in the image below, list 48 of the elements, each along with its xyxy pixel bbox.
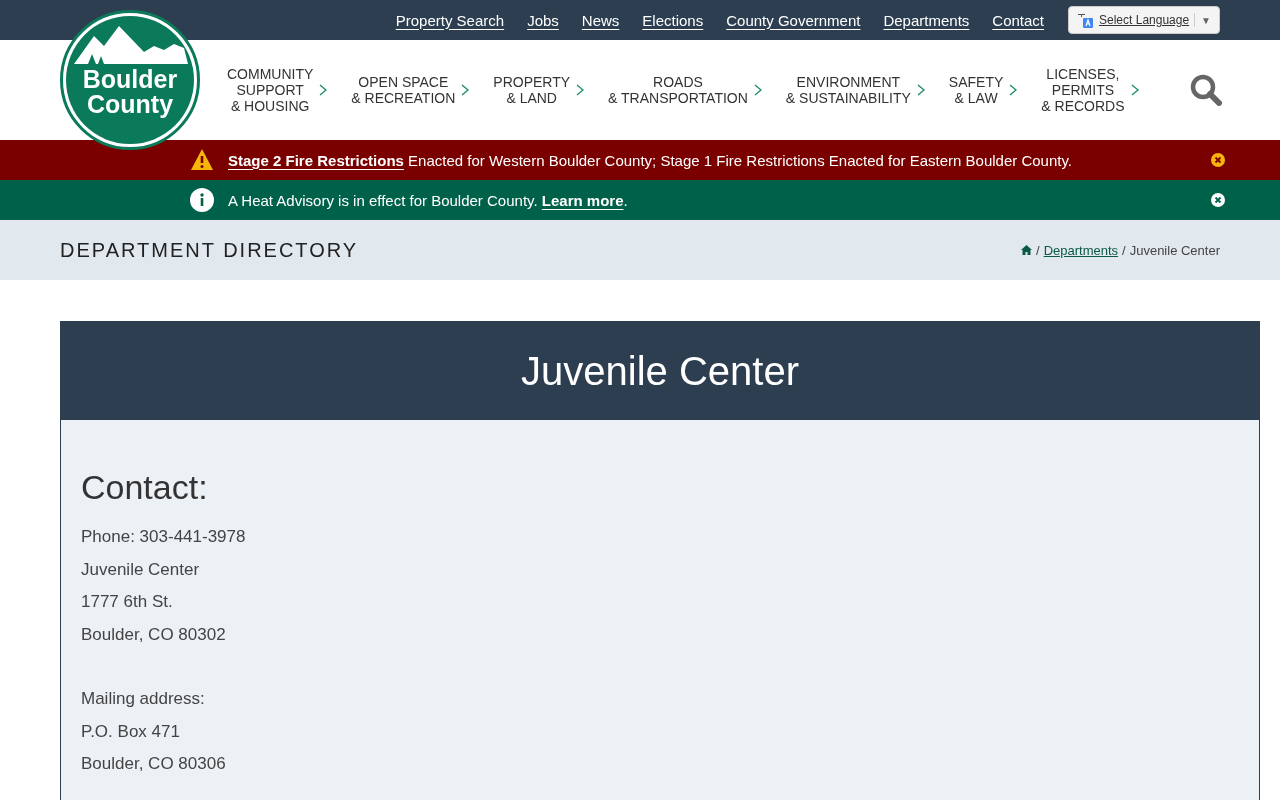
chevron-icon [461, 84, 470, 96]
contact-line: Juvenile Center [81, 558, 201, 581]
search-icon[interactable] [1190, 74, 1222, 106]
nav-menu-item[interactable]: ENVIRONMENT & SUSTAINABILITY [773, 74, 937, 106]
utility-link[interactable]: Elections [642, 11, 704, 29]
close-icon[interactable] [1211, 153, 1225, 167]
contact-line: Phone: 303-441-3978 [81, 526, 247, 548]
contact-line: P.O. Box 471 [81, 720, 181, 743]
translate-icon [1077, 12, 1093, 28]
utility-link[interactable]: News [581, 11, 620, 29]
nav-menu-item[interactable]: LICENSES, PERMITS & RECORDS [1029, 66, 1151, 114]
contact-line: Boulder, CO 80306 [81, 753, 227, 775]
info-icon [190, 188, 214, 212]
nav-menu-item[interactable]: PROPERTY & LAND [481, 74, 597, 106]
utility-link[interactable]: Contact [992, 11, 1044, 29]
chevron-icon [916, 84, 925, 96]
alert-link[interactable]: Learn more [541, 191, 624, 209]
alert-message: A Heat Advisory is in effect for Boulder County. Learn more. [228, 191, 629, 209]
breadcrumb-link[interactable]: Departments [1043, 242, 1119, 258]
utility-link[interactable]: Property Search [395, 11, 505, 29]
card-title: Juvenile Center [61, 322, 1259, 420]
nav-menu-item[interactable]: COMMUNITY SUPPORT & HOUSING [215, 66, 340, 114]
alert-link[interactable]: Stage 2 Fire Restrictions [228, 151, 404, 169]
language-select[interactable]: Select Language ▼ [1068, 6, 1220, 34]
breadcrumb-current: Juvenile Center [1129, 242, 1220, 258]
utility-link[interactable]: Departments [883, 11, 970, 29]
nav-menu-item[interactable]: OPEN SPACE & RECREATION [339, 74, 482, 106]
chevron-icon [576, 84, 585, 96]
breadcrumb-separator: / [1122, 242, 1126, 258]
contact-line: 1777 6th St. [81, 591, 174, 613]
nav-menu-item[interactable]: SAFETY & LAW [936, 74, 1030, 106]
chevron-icon [319, 84, 328, 96]
contact-line: Boulder, CO 80302 [81, 623, 227, 646]
page-title: DEPARTMENT DIRECTORY [60, 238, 359, 262]
utility-link[interactable]: County Government [726, 11, 861, 29]
logo-text: Boulder County [82, 67, 178, 117]
chevron-icon [1130, 84, 1139, 96]
warning-icon [190, 148, 214, 172]
home-icon[interactable] [1021, 245, 1032, 255]
breadcrumb-separator: / [1036, 242, 1040, 258]
contact-line: Mailing address: [81, 688, 206, 710]
chevron-icon [753, 84, 762, 96]
section-heading: Contact: [81, 468, 209, 507]
nav-menu-item[interactable]: ROADS & TRANSPORTATION [596, 74, 774, 106]
close-icon[interactable] [1211, 193, 1225, 207]
alert-message: Stage 2 Fire Restrictions Enacted for Western Boulder County; Stage 1 Fire Restrictions Enacted for Eastern Boulder County. [228, 151, 1074, 169]
chevron-icon [1009, 84, 1018, 96]
utility-link[interactable]: Jobs [527, 11, 559, 29]
